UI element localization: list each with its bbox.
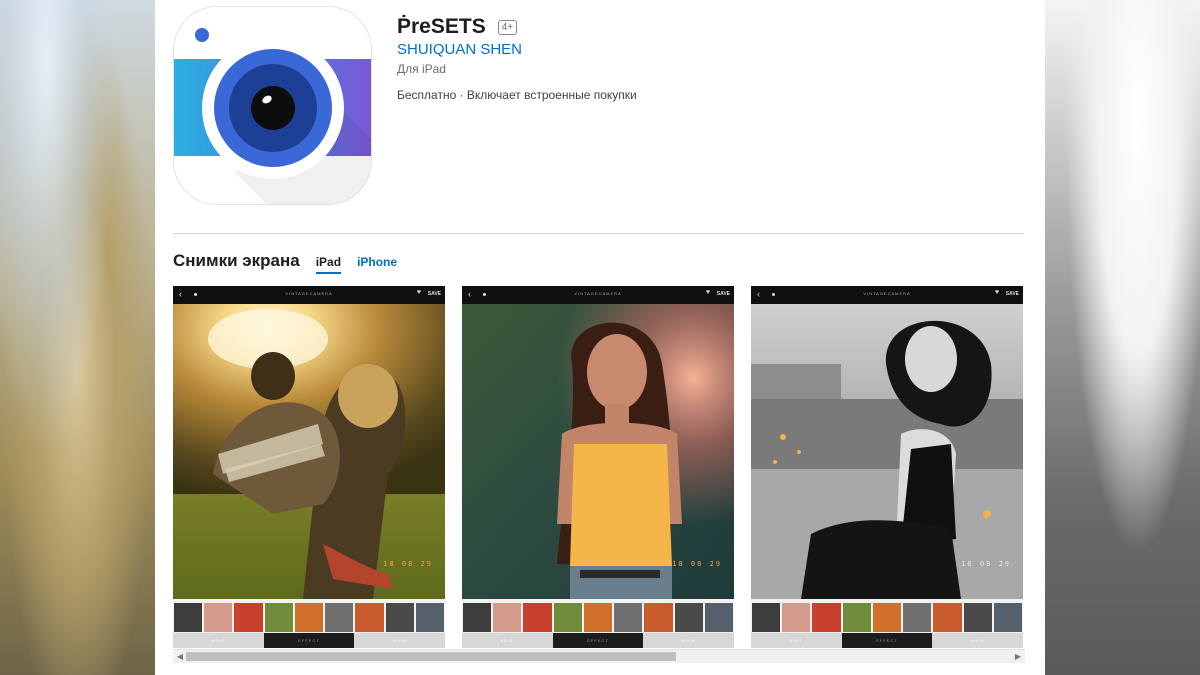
heart-icon: ♥: [705, 289, 710, 296]
filter-thumbnails: [462, 603, 734, 632]
background-left-blur: [0, 0, 155, 675]
platform-label: Для iPad: [397, 62, 446, 76]
shot-tab-edit: EDIT: [211, 638, 225, 643]
shot-tab-view: VIEW: [392, 638, 407, 643]
shot-photo-portrait-woman: [462, 304, 734, 599]
filter-thumbnail[interactable]: [963, 603, 992, 632]
screenshots-title: Снимки экрана: [173, 251, 300, 270]
screenshot-1[interactable]: ‹ VINTAGECAMERA ♥ SAVE 18 08 29 EDIT EFF…: [173, 286, 445, 648]
developer-link[interactable]: SHUIQUAN SHEN: [397, 41, 522, 58]
filter-thumbnail[interactable]: [385, 603, 414, 632]
filter-thumbnail[interactable]: [583, 603, 613, 632]
filter-thumbnail[interactable]: [463, 603, 492, 632]
shot-save-label: SAVE: [716, 291, 730, 297]
filter-thumbnails: [173, 603, 445, 632]
sunset-photo-illustration: [173, 304, 445, 599]
app-icon: [173, 6, 372, 205]
scrollbar-thumb[interactable]: [186, 652, 676, 661]
portrait-photo-illustration: [462, 304, 734, 599]
date-stamp: 18 08 29: [383, 560, 433, 568]
filter-thumbnail[interactable]: [782, 603, 811, 632]
heart-icon: ♥: [994, 289, 999, 296]
shot-topbar: ‹ VINTAGECAMERA ♥ SAVE: [462, 286, 734, 304]
shot-tab-effect: EFFECT: [263, 633, 355, 648]
filter-thumbnail[interactable]: [493, 603, 522, 632]
background-right-blur: [1045, 0, 1200, 675]
filter-thumbnail[interactable]: [993, 603, 1022, 632]
shot-photo-beach-bw: [751, 304, 1023, 599]
age-rating-badge: 4+: [497, 19, 518, 35]
filter-thumbnail[interactable]: [204, 603, 233, 632]
filter-thumbnail[interactable]: [294, 603, 324, 632]
shot-tab-effect: EFFECT: [552, 633, 644, 648]
filter-thumbnail[interactable]: [355, 603, 384, 632]
shot-tab-effect: EFFECT: [841, 633, 933, 648]
filter-thumbnail[interactable]: [933, 603, 962, 632]
filter-thumbnail[interactable]: [872, 603, 902, 632]
date-stamp: 18 08 29: [672, 560, 722, 568]
tab-ipad[interactable]: iPad: [315, 255, 342, 274]
filter-thumbnail[interactable]: [234, 603, 263, 632]
shot-topbar: ‹ VINTAGECAMERA ♥ SAVE: [173, 286, 445, 304]
section-divider: [173, 233, 1024, 234]
filter-thumbnail[interactable]: [553, 603, 582, 632]
title-row: ṖreSETS 4+: [397, 15, 518, 39]
shot-tab-view: VIEW: [970, 638, 985, 643]
heart-icon: ♥: [416, 289, 421, 296]
filter-thumbnail[interactable]: [752, 603, 781, 632]
flash-dot-icon: [195, 28, 209, 42]
filter-thumbnails: [751, 603, 1023, 632]
filter-thumbnail[interactable]: [614, 603, 643, 632]
tab-iphone[interactable]: iPhone: [357, 255, 397, 272]
filter-thumbnail[interactable]: [903, 603, 932, 632]
screenshot-2[interactable]: ‹ VINTAGECAMERA ♥ SAVE 18 08 29 EDIT EFF…: [462, 286, 734, 648]
shot-tab-edit: EDIT: [500, 638, 514, 643]
shot-brand: VINTAGECAMERA: [574, 291, 622, 296]
app-title: ṖreSETS: [397, 15, 486, 38]
filter-thumbnail[interactable]: [812, 603, 841, 632]
shot-brand: VINTAGECAMERA: [285, 291, 333, 296]
beach-photo-illustration: [751, 304, 1023, 599]
shot-tab-view: VIEW: [681, 638, 696, 643]
scroll-left-arrow-icon[interactable]: ◀: [173, 650, 187, 663]
filter-thumbnail[interactable]: [264, 603, 293, 632]
shot-bottom-tabs: EDIT EFFECT VIEW: [462, 633, 734, 648]
filter-thumbnail[interactable]: [523, 603, 552, 632]
shot-bottom-tabs: EDIT EFFECT VIEW: [173, 633, 445, 648]
filter-thumbnail[interactable]: [325, 603, 354, 632]
shot-tab-edit: EDIT: [789, 638, 803, 643]
price-info: Бесплатно · Включает встроенные покупки: [397, 88, 637, 102]
date-stamp: 18 08 29: [961, 560, 1011, 568]
shot-bottom-tabs: EDIT EFFECT VIEW: [751, 633, 1023, 648]
filter-thumbnail[interactable]: [704, 603, 733, 632]
shot-save-label: SAVE: [1005, 291, 1019, 297]
shot-brand: VINTAGECAMERA: [863, 291, 911, 296]
app-store-page: ṖreSETS 4+ SHUIQUAN SHEN Для iPad Беспла…: [155, 0, 1045, 675]
screenshots-scrollbar[interactable]: ◀ ▶: [173, 649, 1025, 663]
scroll-right-arrow-icon[interactable]: ▶: [1011, 650, 1025, 663]
filter-thumbnail[interactable]: [674, 603, 703, 632]
filter-thumbnail[interactable]: [415, 603, 444, 632]
screenshot-3[interactable]: ‹ VINTAGECAMERA ♥ SAVE 18 08 29 EDIT EFF…: [751, 286, 1023, 648]
shot-topbar: ‹ VINTAGECAMERA ♥ SAVE: [751, 286, 1023, 304]
filter-thumbnail[interactable]: [842, 603, 871, 632]
filter-thumbnail[interactable]: [644, 603, 673, 632]
lens-core: [251, 86, 295, 130]
screenshots-header: Снимки экрана iPad iPhone: [173, 251, 397, 274]
shot-photo-sunset-piggyback: [173, 304, 445, 599]
shot-save-label: SAVE: [427, 291, 441, 297]
filter-thumbnail[interactable]: [174, 603, 203, 632]
